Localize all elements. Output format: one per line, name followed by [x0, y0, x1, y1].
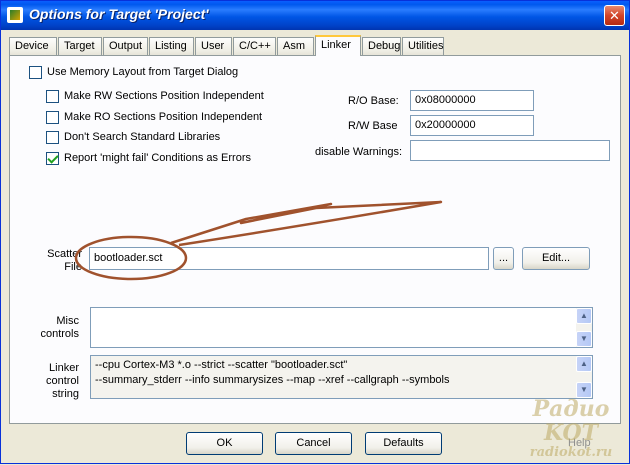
scroll-up-icon[interactable]: ▲	[576, 308, 592, 324]
ok-button[interactable]: OK	[186, 432, 263, 455]
tab-utilities[interactable]: Utilities	[402, 37, 444, 55]
rw-position-independent-checkbox[interactable]	[46, 90, 59, 103]
control-string-line: --summary_stderr --info summarysizes --m…	[95, 374, 450, 386]
tab-asm[interactable]: Asm	[277, 37, 314, 55]
title-bar[interactable]: Options for Target 'Project' ✕	[1, 1, 629, 30]
watermark-logo: Радио KOT radiokot.ru	[521, 396, 621, 460]
watermark-line2: radiokot.ru	[529, 445, 613, 460]
rw-base-field[interactable]: 0x20000000	[410, 115, 534, 136]
ro-position-independent-checkbox[interactable]	[46, 111, 59, 124]
disable-warnings-label: disable Warnings:	[315, 146, 403, 158]
use-memory-layout-label: Use Memory Layout from Target Dialog	[47, 66, 239, 78]
control-string-scrollbar[interactable]: ▲ ▼	[576, 356, 592, 398]
defaults-button[interactable]: Defaults	[365, 432, 442, 455]
tab-strip: Device Target Output Listing User C/C++ …	[9, 35, 619, 56]
rw-position-independent-label: Make RW Sections Position Independent	[64, 90, 264, 102]
ro-position-independent-label: Make RO Sections Position Independent	[64, 111, 263, 123]
tab-linker[interactable]: Linker	[315, 35, 361, 56]
dont-search-std-libs-checkbox[interactable]	[46, 131, 59, 144]
tab-listing[interactable]: Listing	[149, 37, 194, 55]
scroll-down-icon[interactable]: ▼	[576, 331, 592, 347]
misc-controls-input[interactable]: ▲ ▼	[90, 307, 593, 348]
tab-device[interactable]: Device	[9, 37, 57, 55]
tab-target[interactable]: Target	[58, 37, 102, 55]
edit-scatter-button[interactable]: Edit...	[522, 247, 590, 270]
rw-base-label: R/W Base	[348, 120, 398, 132]
report-might-fail-label: Report 'might fail' Conditions as Errors	[64, 152, 251, 164]
misc-controls-scrollbar[interactable]: ▲ ▼	[576, 308, 592, 347]
scroll-up-icon[interactable]: ▲	[576, 356, 592, 372]
window-title: Options for Target 'Project'	[29, 6, 209, 22]
tab-debug[interactable]: Debug	[362, 37, 401, 55]
ro-base-field[interactable]: 0x08000000	[410, 90, 534, 111]
browse-scatter-button[interactable]: ...	[493, 247, 514, 270]
scatter-file-label: Scatter File	[47, 248, 82, 273]
use-memory-layout-checkbox[interactable]	[29, 66, 42, 79]
close-button[interactable]: ✕	[604, 5, 625, 26]
linker-panel: Use Memory Layout from Target Dialog Mak…	[9, 55, 621, 424]
watermark-line1: Радио KOT	[532, 396, 610, 446]
report-might-fail-checkbox[interactable]	[46, 152, 59, 165]
options-dialog: Options for Target 'Project' ✕ Device Ta…	[0, 0, 630, 464]
control-string-line: --cpu Cortex-M3 *.o --strict --scatter "…	[95, 359, 348, 371]
ro-base-label: R/O Base:	[348, 95, 399, 107]
linker-control-string-box[interactable]: --cpu Cortex-M3 *.o --strict --scatter "…	[90, 355, 593, 399]
cancel-button[interactable]: Cancel	[275, 432, 352, 455]
disable-warnings-field[interactable]	[410, 140, 610, 161]
app-icon	[7, 7, 23, 23]
tab-output[interactable]: Output	[103, 37, 148, 55]
linker-control-string-label: Linker control string	[45, 362, 79, 400]
misc-controls-label: Misc controls	[40, 315, 79, 340]
tab-c-cpp[interactable]: C/C++	[233, 37, 276, 55]
dont-search-std-libs-label: Don't Search Standard Libraries	[64, 131, 221, 143]
tab-user[interactable]: User	[195, 37, 232, 55]
scatter-file-field[interactable]: bootloader.sct	[89, 247, 489, 270]
